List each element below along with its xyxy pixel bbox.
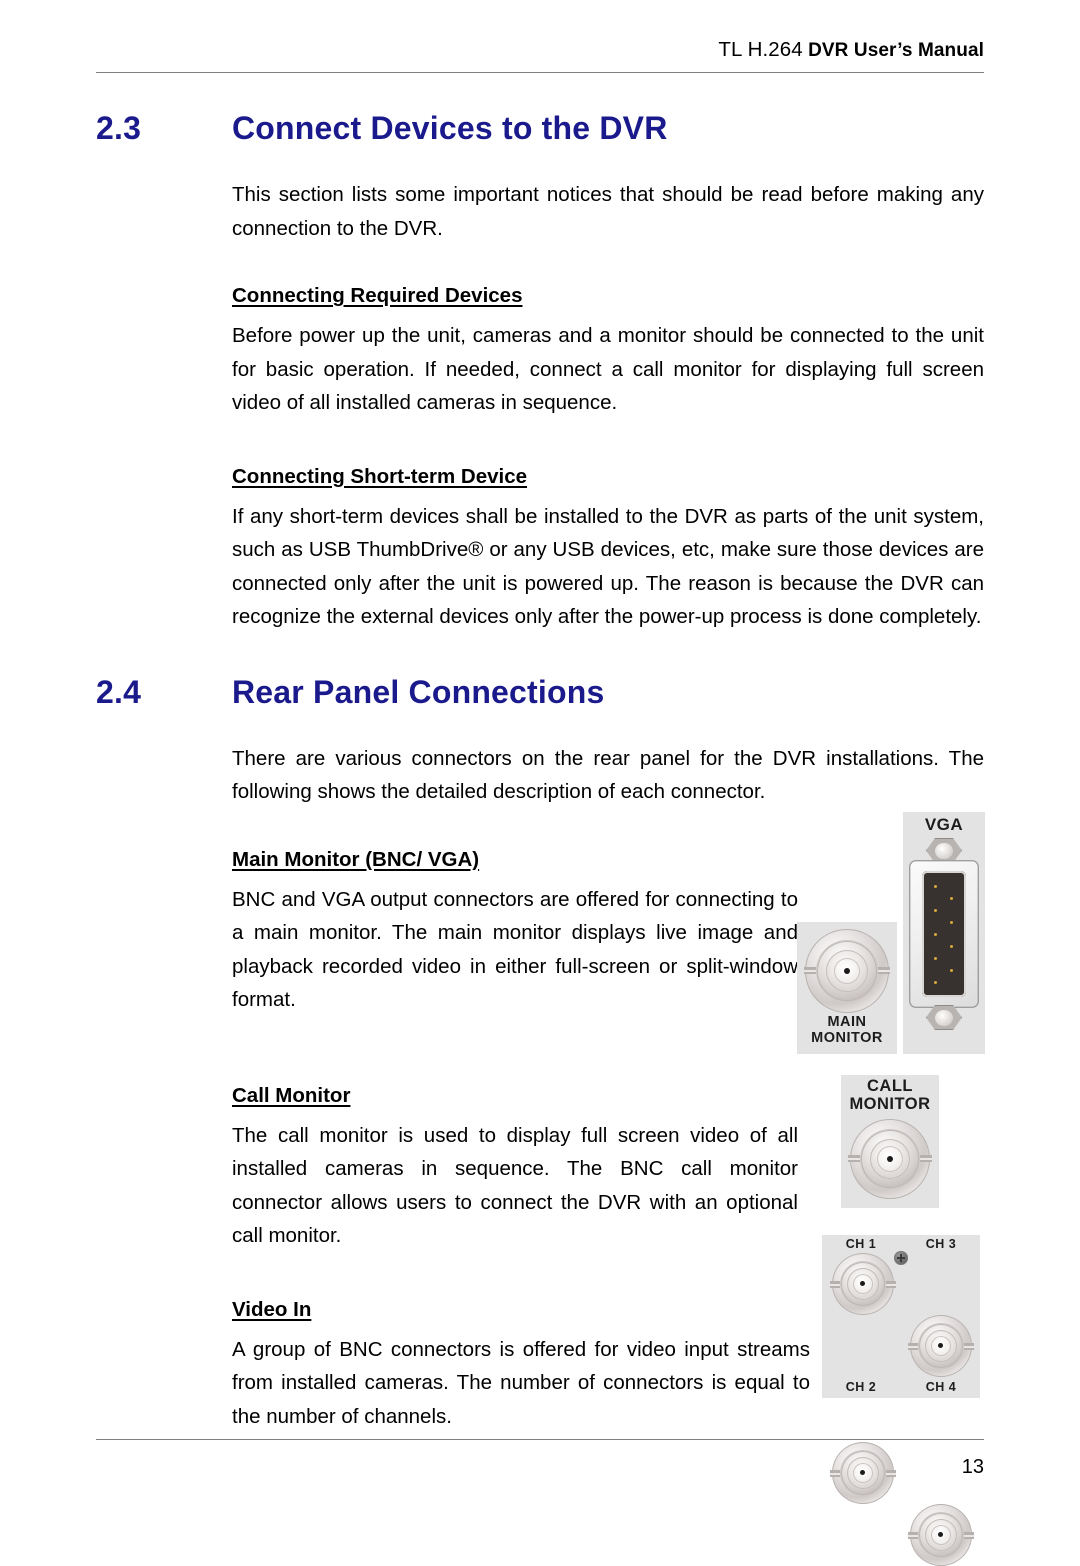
header-divider	[96, 72, 984, 73]
call-monitor-label-line2: MONITOR	[849, 1094, 931, 1113]
section-number-2-4: 2.4	[96, 673, 142, 710]
body-connecting-required-devices: Before power up the unit, cameras and a …	[232, 324, 984, 414]
vga-connector-panel-image: VGA	[903, 812, 985, 1054]
section-title-2-4: Rear Panel Connections	[232, 673, 605, 710]
main-monitor-label: MAIN MONITOR	[797, 1014, 897, 1046]
header-model: TL H.264	[718, 38, 803, 61]
video-in-bnc-panel-image: CH 1 CH 3 CH 2 CH 4	[822, 1235, 980, 1566]
channel-label-ch4: CH 4	[925, 1380, 957, 1394]
body-call-monitor: The call monitor is used to display full…	[232, 1123, 798, 1248]
bnc-connector-ch4	[908, 1504, 974, 1566]
subheading-connecting-short-term-device: Connecting Short-term Device	[232, 464, 528, 488]
vga-label: VGA	[924, 815, 964, 834]
call-monitor-label: CALL MONITOR	[839, 1077, 941, 1114]
section-2-4-intro-block: There are various connectors on the rear…	[232, 742, 984, 809]
panel-screw	[894, 1251, 908, 1265]
call-monitor-bnc-panel-image: CALL MONITOR	[841, 1075, 939, 1208]
section-2-3-intro-block: This section lists some important notice…	[232, 178, 984, 245]
section-heading-2-4: 2.4 Rear Panel Connections	[96, 672, 984, 712]
subheading-connecting-required-devices: Connecting Required Devices	[232, 284, 523, 307]
main-monitor-bnc-panel-image: MAIN MONITOR	[797, 922, 897, 1054]
section-2-4-intro: There are various connectors on the rear…	[232, 746, 984, 804]
vga-connector-body	[909, 860, 979, 1008]
bnc-connector-ch3	[908, 1315, 974, 1377]
main-monitor-label-line2: MONITOR	[811, 1029, 883, 1046]
subsection-connecting-required-devices: Connecting Required Devices Before power…	[232, 281, 984, 420]
subheading-video-in: Video In	[232, 1297, 312, 1321]
body-video-in: A group of BNC connectors is offered for…	[232, 1337, 810, 1428]
document-page: TL H.264 DVR User’s Manual 2.3 Connect D…	[0, 0, 1080, 1566]
section-title-2-3: Connect Devices to the DVR	[232, 110, 668, 146]
bnc-connector-main-monitor	[804, 929, 890, 1013]
vga-hex-nut-bottom	[926, 1005, 962, 1030]
body-connecting-short-term-device: If any short-term devices shall be insta…	[232, 504, 984, 629]
subheading-call-monitor: Call Monitor	[232, 1083, 351, 1107]
header-title: DVR User’s Manual	[808, 40, 984, 61]
section-2-3-intro: This section lists some important notice…	[232, 183, 984, 240]
vga-shell	[922, 871, 966, 997]
main-monitor-label-line1: MAIN	[827, 1014, 867, 1030]
channel-label-ch1: CH 1	[845, 1237, 877, 1251]
subsection-connecting-short-term-device: Connecting Short-term Device If any shor…	[232, 462, 984, 634]
page-number: 13	[961, 1456, 984, 1478]
channel-label-ch2: CH 2	[845, 1380, 877, 1394]
bnc-connector-ch1	[830, 1253, 896, 1315]
channel-label-ch3: CH 3	[925, 1237, 957, 1251]
section-number-2-3: 2.3	[96, 110, 142, 146]
running-header: TL H.264 DVR User’s Manual	[96, 38, 984, 63]
page-content: 2.3 Connect Devices to the DVR This sect…	[96, 98, 984, 1433]
call-monitor-label-line1: CALL	[867, 1077, 913, 1095]
bnc-connector-call-monitor	[848, 1119, 932, 1199]
subheading-main-monitor: Main Monitor (BNC/ VGA)	[232, 847, 480, 871]
footer-divider	[96, 1439, 984, 1440]
body-main-monitor: BNC and VGA output connectors are offere…	[232, 887, 798, 1012]
section-heading-2-3: 2.3 Connect Devices to the DVR	[96, 108, 984, 148]
